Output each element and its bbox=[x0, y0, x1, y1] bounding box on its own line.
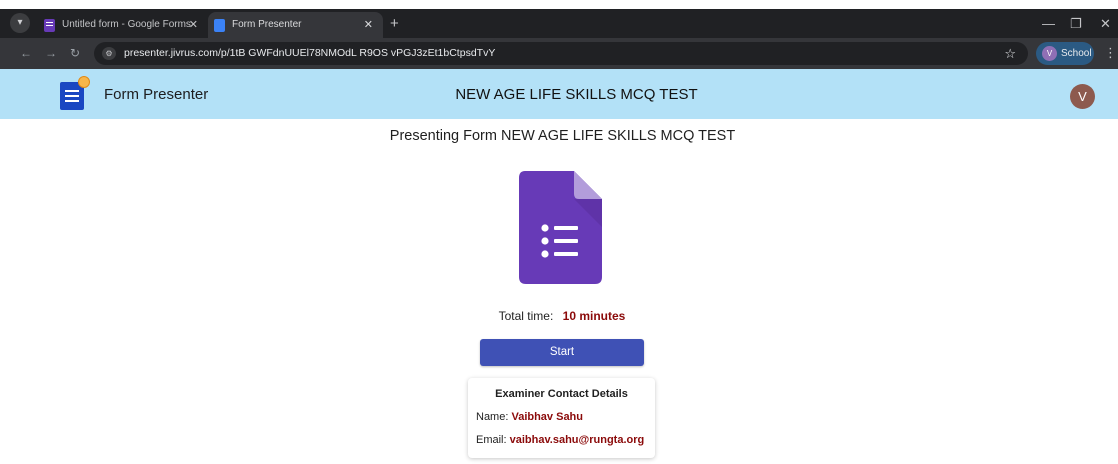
close-tab-icon[interactable]: ✕ bbox=[364, 12, 373, 38]
start-button[interactable]: Start bbox=[480, 339, 644, 366]
contact-card-title: Examiner Contact Details bbox=[495, 388, 628, 400]
browser-menu-icon[interactable]: ⋮ bbox=[1104, 43, 1117, 63]
restore-icon[interactable]: ❐ bbox=[1070, 12, 1082, 36]
tab-form-presenter[interactable]: Form Presenter ✕ bbox=[208, 12, 383, 38]
tab-search-button[interactable]: ▾ bbox=[10, 13, 30, 33]
site-info-icon[interactable]: ⚙ bbox=[102, 47, 116, 60]
window-close-icon[interactable]: ✕ bbox=[1100, 12, 1111, 36]
examiner-contact-card: Examiner Contact Details Name: Vaibhav S… bbox=[468, 378, 655, 458]
tab-google-forms[interactable]: Untitled form - Google Forms ✕ bbox=[38, 12, 208, 38]
profile-label: School bbox=[1061, 48, 1092, 59]
forward-icon[interactable]: → bbox=[45, 43, 57, 63]
contact-email-label: Email: bbox=[476, 434, 507, 446]
url-text[interactable]: presenter.jivrus.com/p/1tB GWFdnUUEl78NM… bbox=[124, 42, 495, 65]
address-bar[interactable]: ⚙ presenter.jivrus.com/p/1tB GWFdnUUEl78… bbox=[94, 42, 1028, 65]
browser-tab-strip: ▾ Untitled form - Google Forms ✕ Form Pr… bbox=[0, 9, 1118, 38]
back-icon[interactable]: ← bbox=[20, 43, 32, 63]
google-forms-document-icon bbox=[519, 171, 602, 284]
form-presenter-icon bbox=[214, 19, 225, 32]
reload-icon[interactable]: ↻ bbox=[70, 43, 80, 63]
google-forms-icon bbox=[44, 19, 55, 32]
tab-title: Untitled form - Google Forms bbox=[62, 19, 191, 30]
tab-title: Form Presenter bbox=[232, 19, 302, 30]
total-time: Total time: 10 minutes bbox=[0, 309, 1118, 323]
bookmark-star-icon[interactable]: ☆ bbox=[1004, 42, 1016, 65]
profile-avatar: V bbox=[1042, 46, 1057, 61]
browser-toolbar: ← → ↻ ⚙ presenter.jivrus.com/p/1tB GWFdn… bbox=[0, 38, 1118, 69]
presenting-title: Presenting Form NEW AGE LIFE SKILLS MCQ … bbox=[389, 128, 736, 144]
minimize-icon[interactable]: — bbox=[1042, 12, 1055, 36]
contact-email-value[interactable]: vaibhav.sahu@rungta.org bbox=[510, 434, 645, 446]
user-avatar[interactable]: V bbox=[1070, 84, 1095, 109]
total-time-label: Total time: bbox=[498, 309, 554, 323]
contact-name-label: Name: bbox=[476, 411, 509, 423]
app-header: Form Presenter NEW AGE LIFE SKILLS MCQ T… bbox=[0, 69, 1118, 119]
page-title: NEW AGE LIFE SKILLS MCQ TEST bbox=[455, 86, 698, 103]
contact-name-row: Name: Vaibhav Sahu bbox=[476, 411, 583, 423]
total-time-value: 10 minutes bbox=[562, 309, 626, 323]
close-tab-icon[interactable]: ✕ bbox=[189, 12, 198, 38]
contact-email-row: Email: vaibhav.sahu@rungta.org bbox=[476, 434, 644, 446]
contact-name-value: Vaibhav Sahu bbox=[511, 411, 583, 423]
new-tab-button[interactable]: + bbox=[390, 12, 399, 36]
profile-button[interactable]: V School bbox=[1036, 42, 1094, 65]
